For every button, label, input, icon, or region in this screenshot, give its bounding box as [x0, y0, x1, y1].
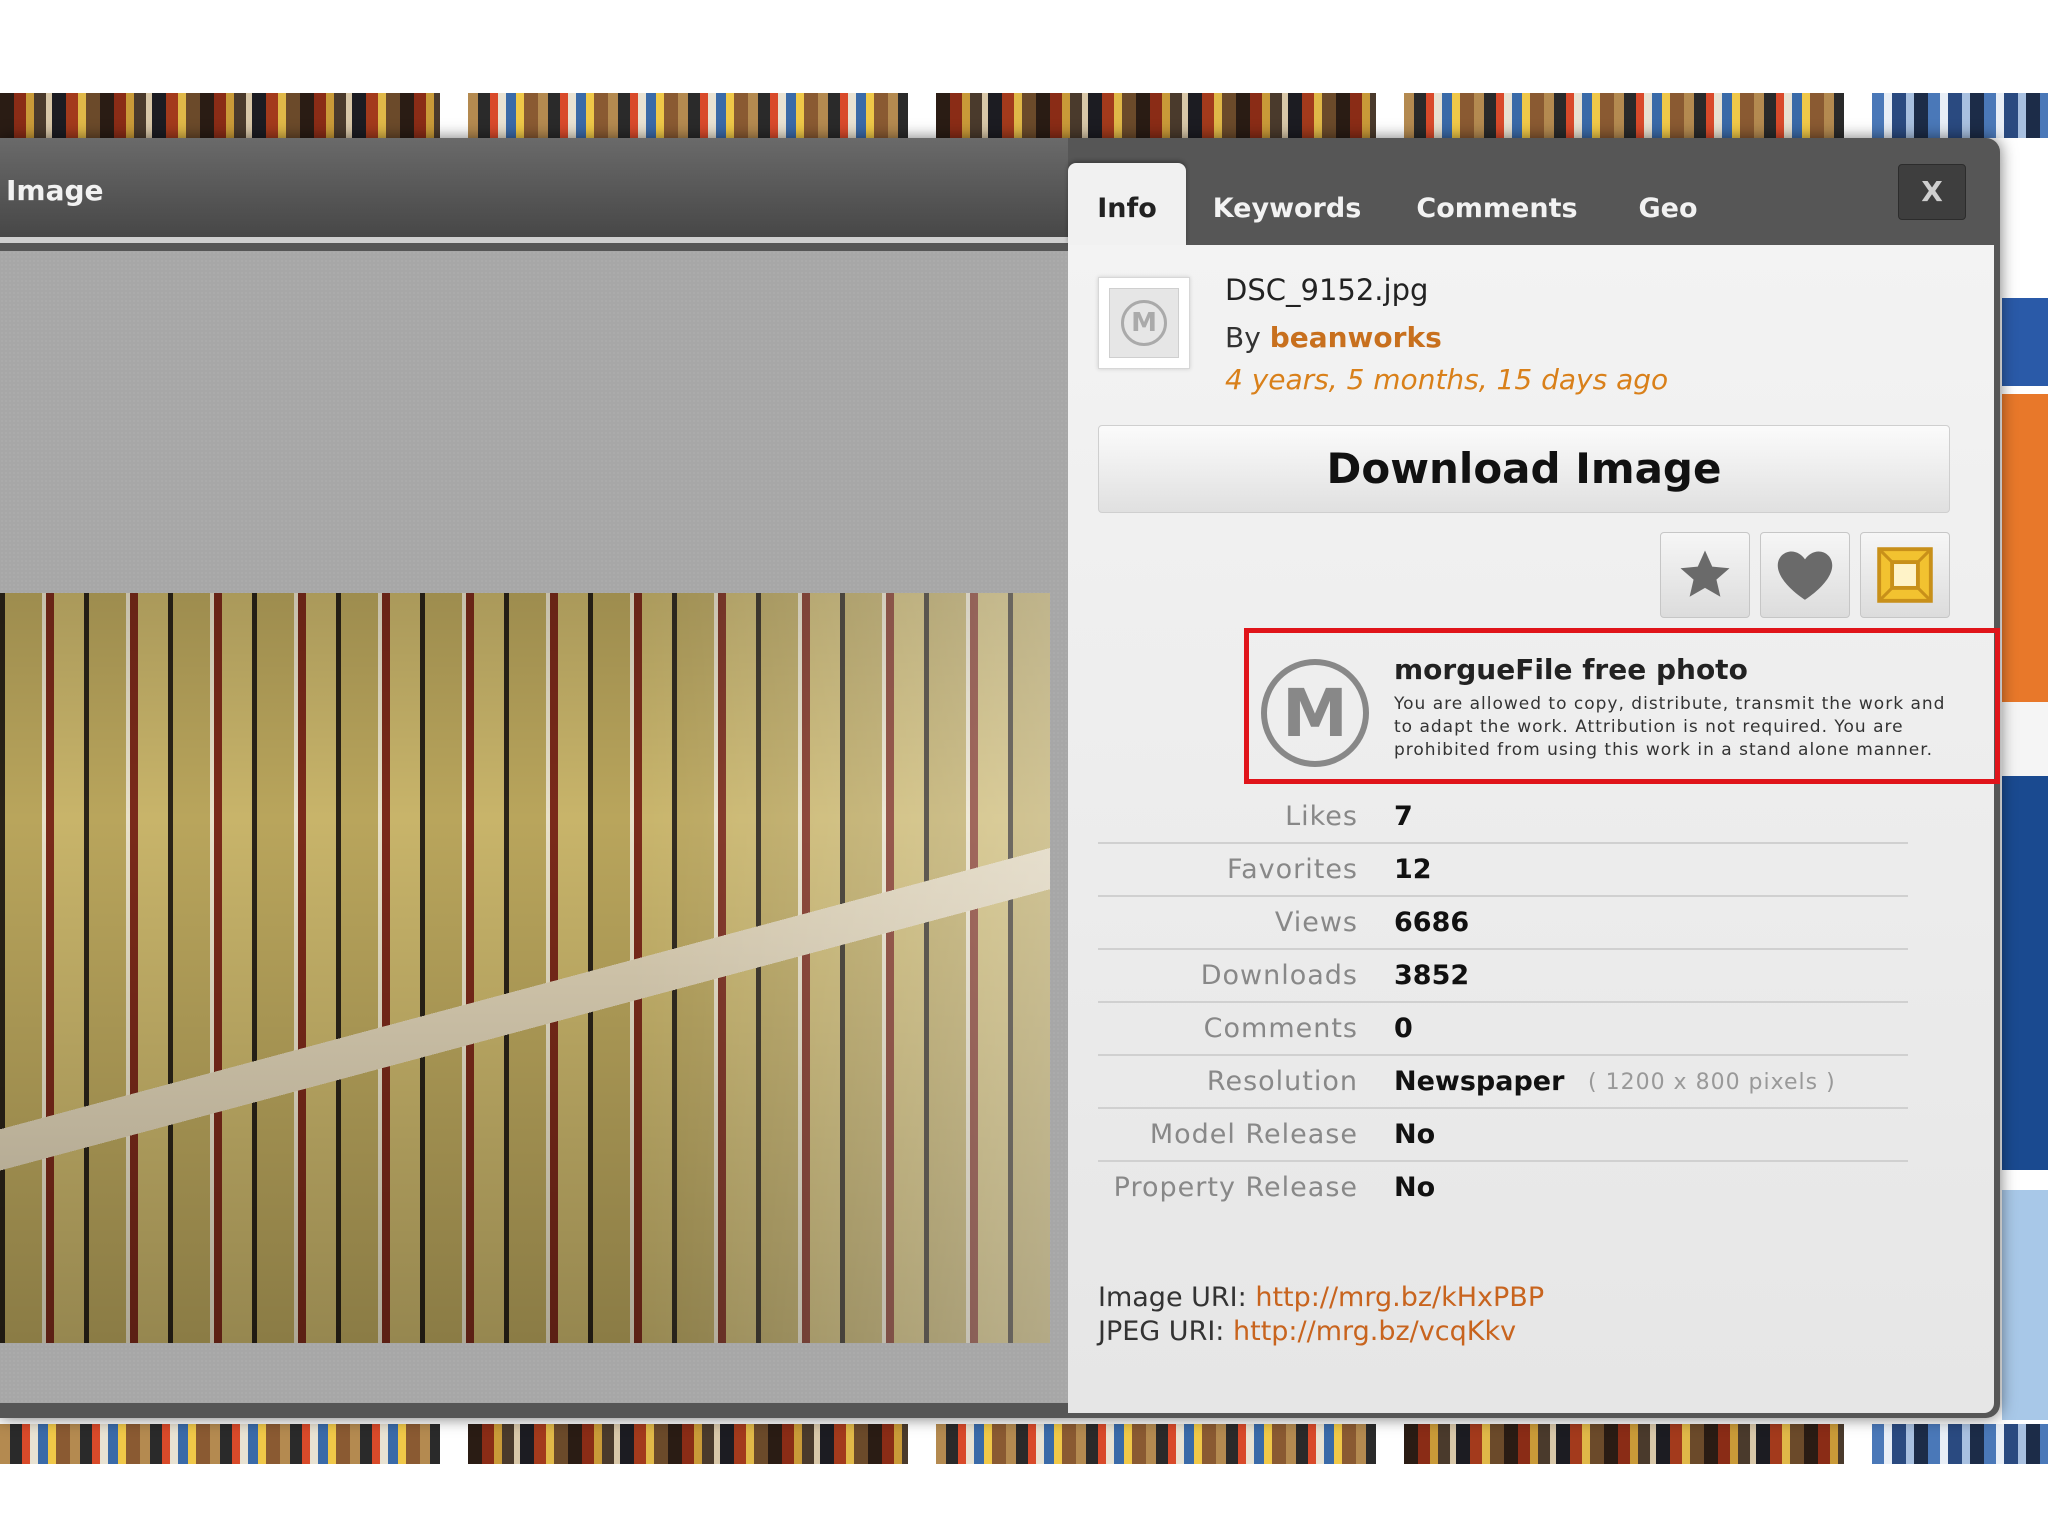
stat-row-likes: Likes 7: [1098, 791, 1908, 844]
background-thumbnail[interactable]: [936, 1424, 1376, 1464]
background-thumbnail[interactable]: [1872, 93, 2048, 138]
like-button[interactable]: [1760, 532, 1850, 618]
image-uri-link[interactable]: http://mrg.bz/kHxPBP: [1255, 1282, 1544, 1313]
background-thumbnail[interactable]: [0, 93, 440, 138]
license-title: morgueFile free photo: [1394, 653, 1748, 686]
modal-titlebar: Image: [0, 138, 1068, 243]
page: Image Info Keywords Comments Geo X M DSC…: [0, 0, 2048, 1536]
background-thumbnail[interactable]: [1404, 1424, 1844, 1464]
image-viewer: [0, 251, 1068, 1403]
stat-value: Newspaper: [1394, 1066, 1565, 1097]
background-thumbnail[interactable]: [1872, 1424, 2048, 1464]
stat-value: No: [1394, 1172, 1436, 1203]
crop-button[interactable]: [1860, 532, 1950, 618]
stat-row-views: Views 6686: [1098, 897, 1908, 950]
image-modal: Image Info Keywords Comments Geo X M DSC…: [0, 138, 2000, 1418]
library-books-photo[interactable]: [0, 593, 1050, 1343]
star-icon: [1680, 550, 1730, 597]
info-panel: M DSC_9152.jpg By beanworks 4 years, 5 m…: [1068, 245, 2000, 1413]
author-avatar[interactable]: M: [1098, 277, 1190, 369]
stat-label: Likes: [1285, 801, 1358, 832]
morguefile-logo-icon: M: [1121, 300, 1167, 346]
stat-label: Comments: [1203, 1013, 1358, 1044]
license-highlight-box: M morgueFile free photo You are allowed …: [1244, 628, 2000, 784]
stat-value: 12: [1394, 854, 1432, 885]
stat-row-resolution: Resolution Newspaper ( 1200 x 800 pixels…: [1098, 1056, 1908, 1109]
crop-icon: [1877, 547, 1933, 603]
stat-value: 0: [1394, 1013, 1413, 1044]
background-thumbnail[interactable]: [1404, 93, 1844, 138]
stat-value: 6686: [1394, 907, 1470, 938]
stat-row-model-release: Model Release No: [1098, 1109, 1908, 1162]
stat-label: Model Release: [1149, 1119, 1358, 1150]
stat-label: Views: [1274, 907, 1358, 938]
background-thumbnail[interactable]: [936, 93, 1376, 138]
stat-label: Downloads: [1200, 960, 1358, 991]
license-text: You are allowed to copy, distribute, tra…: [1394, 694, 1946, 760]
upload-age: 4 years, 5 months, 15 days ago: [1225, 363, 1669, 396]
morguefile-license-logo-icon: M: [1261, 659, 1369, 767]
image-uri-row: Image URI: http://mrg.bz/kHxPBP: [1098, 1281, 1544, 1315]
heart-icon: [1777, 551, 1833, 600]
by-label: By: [1225, 321, 1261, 354]
tab-keywords[interactable]: Keywords: [1212, 163, 1362, 245]
tab-info[interactable]: Info: [1068, 163, 1186, 245]
modal-title: Image: [6, 174, 104, 207]
background-thumbnail[interactable]: [468, 1424, 908, 1464]
stat-row-property-release: Property Release No: [1098, 1162, 1908, 1215]
stat-label: Property Release: [1113, 1172, 1358, 1203]
stat-label: Resolution: [1206, 1066, 1358, 1097]
jpeg-uri-label: JPEG URI:: [1098, 1316, 1225, 1347]
tab-geo[interactable]: Geo: [1630, 163, 1706, 245]
favorite-button[interactable]: [1660, 532, 1750, 618]
background-thumbnails-right[interactable]: [2002, 290, 2048, 1420]
stat-row-favorites: Favorites 12: [1098, 844, 1908, 897]
stat-label: Favorites: [1227, 854, 1358, 885]
background-thumbnail[interactable]: [0, 1424, 440, 1464]
uri-list: Image URI: http://mrg.bz/kHxPBP JPEG URI…: [1098, 1281, 1544, 1349]
image-uri-label: Image URI:: [1098, 1282, 1247, 1313]
stat-row-downloads: Downloads 3852: [1098, 950, 1908, 1003]
close-button[interactable]: X: [1898, 164, 1966, 220]
avatar-frame: M: [1109, 288, 1179, 358]
stat-value: 7: [1394, 801, 1413, 832]
jpeg-uri-link[interactable]: http://mrg.bz/vcqKkv: [1233, 1316, 1516, 1347]
tab-comments[interactable]: Comments: [1410, 163, 1584, 245]
background-thumbnails-top: [0, 93, 2048, 138]
download-image-button[interactable]: Download Image: [1098, 425, 1950, 513]
image-filename: DSC_9152.jpg: [1225, 273, 1429, 307]
stat-value: No: [1394, 1119, 1436, 1150]
author-link[interactable]: beanworks: [1270, 321, 1442, 354]
stat-value: 3852: [1394, 960, 1470, 991]
byline: By beanworks: [1225, 321, 1442, 354]
stat-row-comments: Comments 0: [1098, 1003, 1908, 1056]
background-thumbnails-bottom: [0, 1424, 2048, 1464]
background-thumbnail[interactable]: [468, 93, 908, 138]
resolution-pixels: ( 1200 x 800 pixels ): [1588, 1070, 1836, 1095]
jpeg-uri-row: JPEG URI: http://mrg.bz/vcqKkv: [1098, 1315, 1544, 1349]
